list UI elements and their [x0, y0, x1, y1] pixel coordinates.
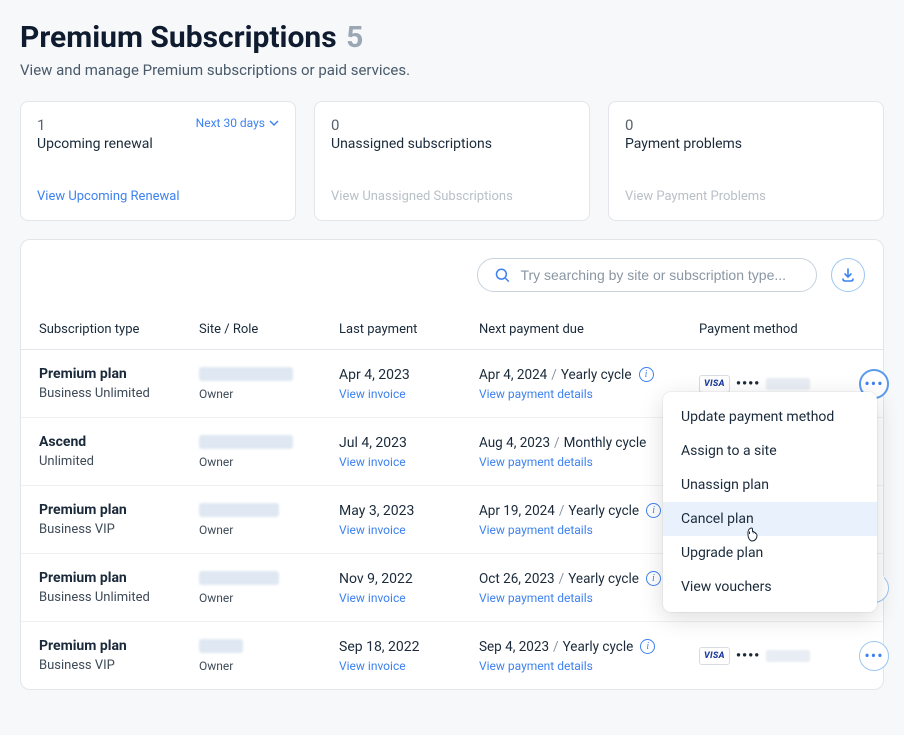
cursor-icon — [745, 526, 759, 542]
row-actions-button[interactable]: ••• — [859, 641, 889, 671]
menu-assign-site[interactable]: Assign to a site — [663, 434, 877, 468]
visa-badge: VISA — [699, 375, 730, 393]
search-box[interactable] — [477, 258, 817, 292]
site-redacted — [199, 435, 293, 449]
site-redacted — [199, 503, 279, 517]
billing-cycle: Yearly cycle — [563, 639, 634, 655]
row-actions-menu: Update payment method Assign to a site U… — [663, 392, 877, 612]
card-unassigned-label: Unassigned subscriptions — [331, 136, 573, 152]
next-payment-date: Apr 4, 2024 — [479, 367, 547, 383]
page-subtitle: View and manage Premium subscriptions or… — [20, 61, 884, 79]
view-invoice-link[interactable]: View invoice — [339, 455, 479, 469]
last-payment-date: Sep 18, 2022 — [339, 639, 479, 655]
download-icon — [840, 267, 856, 283]
table-row: Premium plan Business VIP Owner Sep 18, … — [21, 622, 883, 689]
last-payment-date: Nov 9, 2022 — [339, 571, 479, 587]
plan-name: Ascend — [39, 434, 199, 450]
next-payment-date: Apr 19, 2024 — [479, 503, 555, 519]
separator: / — [551, 367, 557, 383]
info-icon[interactable]: i — [639, 367, 654, 382]
plan-name: Premium plan — [39, 366, 199, 382]
table-header: Subscription type Site / Role Last payme… — [21, 310, 883, 350]
plan-tier: Business VIP — [39, 522, 199, 537]
card-last4-redacted — [766, 378, 810, 390]
period-selector[interactable]: Next 30 days — [196, 116, 279, 130]
card-unassigned: 0 Unassigned subscriptions View Unassign… — [314, 101, 590, 221]
menu-cancel-plan[interactable]: Cancel plan — [663, 502, 877, 536]
card-problems-label: Payment problems — [625, 136, 867, 152]
separator: / — [559, 571, 565, 587]
billing-cycle: Yearly cycle — [561, 367, 632, 383]
col-site-role: Site / Role — [199, 322, 339, 337]
view-upcoming-renewal-link[interactable]: View Upcoming Renewal — [37, 189, 279, 204]
next-payment-date: Oct 26, 2023 — [479, 571, 555, 587]
period-label: Next 30 days — [196, 116, 265, 130]
chevron-down-icon — [269, 118, 279, 128]
last-payment-date: Jul 4, 2023 — [339, 435, 479, 451]
card-upcoming-renewal: 1 Next 30 days Upcoming renewal View Upc… — [20, 101, 296, 221]
billing-cycle: Monthly cycle — [564, 435, 647, 451]
more-icon: ••• — [864, 648, 883, 664]
page-title: Premium Subscriptions — [20, 20, 337, 55]
view-problems-link: View Payment Problems — [625, 189, 867, 204]
more-icon: ••• — [864, 376, 883, 392]
separator: / — [559, 503, 565, 519]
plan-tier: Business Unlimited — [39, 590, 199, 605]
info-icon[interactable]: i — [640, 639, 655, 654]
view-invoice-link[interactable]: View invoice — [339, 591, 479, 605]
separator: / — [554, 435, 560, 451]
search-input[interactable] — [520, 267, 800, 283]
role-label: Owner — [199, 591, 339, 605]
view-payment-details-link[interactable]: View payment details — [479, 659, 699, 673]
billing-cycle: Yearly cycle — [568, 571, 639, 587]
site-redacted — [199, 367, 293, 381]
card-payment-problems: 0 Payment problems View Payment Problems — [608, 101, 884, 221]
table-row: Premium plan Business Unlimited Owner Ap… — [21, 350, 883, 418]
billing-cycle: Yearly cycle — [568, 503, 639, 519]
card-problems-count: 0 — [625, 116, 633, 134]
last-payment-date: Apr 4, 2023 — [339, 367, 479, 383]
view-unassigned-link: View Unassigned Subscriptions — [331, 189, 573, 204]
subscriptions-panel: Subscription type Site / Role Last payme… — [20, 239, 884, 690]
page-title-count: 5 — [346, 20, 363, 55]
search-icon — [494, 266, 510, 284]
plan-name: Premium plan — [39, 638, 199, 654]
download-button[interactable] — [831, 258, 865, 292]
card-upcoming-label: Upcoming renewal — [37, 136, 279, 152]
info-icon[interactable]: i — [646, 571, 661, 586]
plan-tier: Business VIP — [39, 658, 199, 673]
card-masked: •••• — [736, 376, 760, 392]
plan-tier: Unlimited — [39, 454, 199, 469]
col-payment-method: Payment method — [699, 322, 847, 337]
menu-upgrade[interactable]: Upgrade plan — [663, 536, 877, 570]
view-invoice-link[interactable]: View invoice — [339, 659, 479, 673]
last-payment-date: May 3, 2023 — [339, 503, 479, 519]
menu-update-payment[interactable]: Update payment method — [663, 400, 877, 434]
role-label: Owner — [199, 455, 339, 469]
view-invoice-link[interactable]: View invoice — [339, 387, 479, 401]
next-payment-date: Aug 4, 2023 — [479, 435, 550, 451]
role-label: Owner — [199, 523, 339, 537]
site-redacted — [199, 571, 279, 585]
menu-unassign[interactable]: Unassign plan — [663, 468, 877, 502]
separator: / — [553, 639, 559, 655]
col-subscription-type: Subscription type — [39, 322, 199, 337]
plan-name: Premium plan — [39, 502, 199, 518]
role-label: Owner — [199, 659, 339, 673]
card-unassigned-count: 0 — [331, 116, 339, 134]
view-invoice-link[interactable]: View invoice — [339, 523, 479, 537]
card-last4-redacted — [766, 650, 810, 662]
col-next-payment: Next payment due — [479, 322, 699, 337]
col-last-payment: Last payment — [339, 322, 479, 337]
card-masked: •••• — [736, 648, 760, 664]
next-payment-date: Sep 4, 2023 — [479, 639, 549, 655]
card-upcoming-count: 1 — [37, 116, 45, 134]
plan-tier: Business Unlimited — [39, 386, 199, 401]
plan-name: Premium plan — [39, 570, 199, 586]
menu-vouchers[interactable]: View vouchers — [663, 570, 877, 604]
visa-badge: VISA — [699, 647, 730, 665]
site-redacted — [199, 639, 243, 653]
info-icon[interactable]: i — [646, 503, 661, 518]
role-label: Owner — [199, 387, 339, 401]
